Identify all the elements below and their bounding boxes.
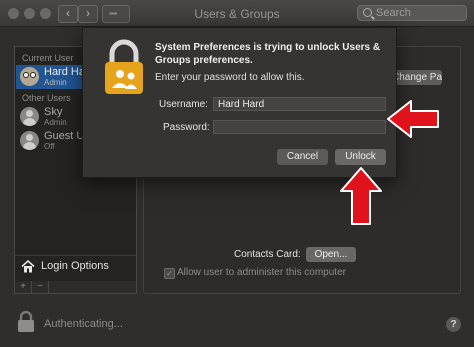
search-input[interactable] — [376, 6, 464, 20]
unlock-button[interactable]: Unlock — [335, 149, 386, 165]
username-field[interactable] — [213, 97, 386, 111]
contacts-card-label: Contacts Card: — [234, 249, 301, 260]
search-field[interactable] — [357, 5, 467, 21]
password-field[interactable] — [213, 120, 386, 134]
password-label: Password: — [163, 122, 210, 133]
title-bar: ‹ › ▪▪▪▪ Users & Groups — [0, 0, 474, 27]
search-icon — [363, 8, 372, 17]
house-icon — [21, 260, 35, 273]
user-role: Admin — [44, 78, 67, 87]
allow-admin-label: Allow user to administer this computer — [177, 267, 346, 278]
dialog-title: System Preferences is trying to unlock U… — [155, 42, 381, 66]
change-password-button[interactable]: Change Password... — [392, 70, 442, 85]
user-role: Admin — [44, 118, 67, 127]
red-arrow-left-icon — [387, 100, 439, 138]
user-name: Sky — [44, 106, 63, 118]
person-avatar — [20, 131, 39, 150]
cancel-button[interactable]: Cancel — [277, 149, 328, 165]
red-arrow-up-icon — [340, 167, 382, 225]
person-avatar — [20, 107, 39, 126]
sidebar-controls: + − — [14, 281, 137, 294]
user-role: Off — [44, 142, 55, 151]
unlock-dialog: System Preferences is trying to unlock U… — [82, 27, 397, 178]
lock-icon[interactable] — [17, 311, 35, 332]
lock-users-icon — [105, 39, 143, 94]
allow-admin-checkbox[interactable]: ✓ — [164, 268, 175, 279]
dialog-message: Enter your password to allow this. — [155, 72, 305, 83]
add-user-button[interactable]: + — [15, 281, 32, 293]
owl-avatar — [20, 67, 39, 86]
help-button[interactable]: ? — [446, 317, 461, 332]
username-label: Username: — [159, 99, 208, 110]
users-groups-window: ‹ › ▪▪▪▪ Users & Groups Current User Har… — [0, 0, 474, 347]
other-users-heading: Other Users — [22, 93, 71, 103]
remove-user-button[interactable]: − — [32, 281, 49, 293]
authenticating-status: Authenticating... — [44, 318, 123, 330]
open-contacts-button[interactable]: Open... — [306, 247, 356, 262]
login-options-item[interactable]: Login Options — [15, 255, 136, 278]
current-user-heading: Current User — [22, 53, 74, 63]
login-options-label: Login Options — [41, 260, 109, 272]
